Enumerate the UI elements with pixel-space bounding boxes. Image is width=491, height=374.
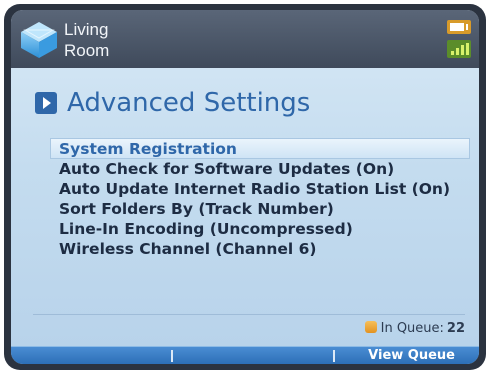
queue-label: In Queue: [380,321,444,336]
device-frame: Living Room Advanced Settings System Reg… [4,4,486,370]
menu-item-auto-update-radio-list[interactable]: Auto Update Internet Radio Station List … [51,179,471,199]
softkey-separator [333,350,335,362]
divider [33,314,465,315]
play-arrow-icon [35,92,57,114]
softkey-bar: View Queue [11,346,479,364]
menu-item-system-registration[interactable]: System Registration [50,138,470,159]
screen: Living Room Advanced Settings System Reg… [11,10,479,364]
queue-status: In Queue: 22 [364,320,465,338]
room-cube-icon [21,22,57,58]
menu-item-sort-folders[interactable]: Sort Folders By (Track Number) [51,199,471,219]
menu-item-line-in-encoding[interactable]: Line-In Encoding (Uncompressed) [51,219,471,239]
menu-item-auto-check-updates[interactable]: Auto Check for Software Updates (On) [51,159,471,179]
location-label: Living Room [64,19,109,61]
menu-item-wireless-channel[interactable]: Wireless Channel (Channel 6) [51,239,471,259]
page-title: Advanced Settings [67,88,311,118]
battery-icon [447,20,471,34]
queue-icon [364,321,377,333]
queue-count: 22 [446,321,465,336]
view-queue-button[interactable]: View Queue [368,347,455,364]
status-header: Living Room [11,10,479,68]
location-line1: Living [64,20,109,39]
softkey-separator [171,350,173,362]
location-line2: Room [64,41,110,60]
settings-menu: System Registration Auto Check for Softw… [50,138,471,259]
signal-strength-icon [447,40,471,58]
